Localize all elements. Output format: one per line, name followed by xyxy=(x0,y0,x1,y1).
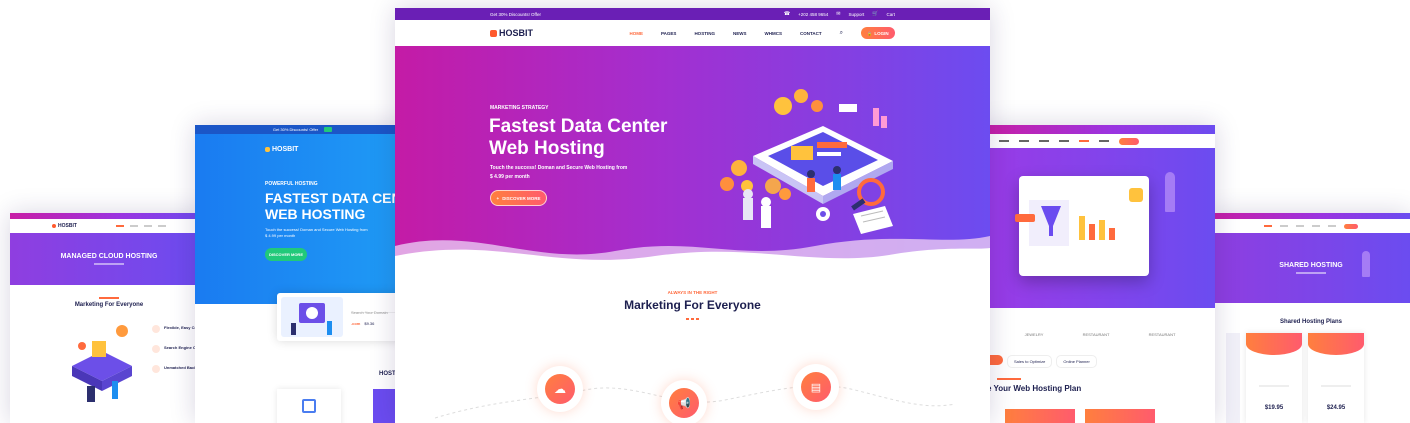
plus-icon: + xyxy=(496,195,500,201)
feature-icon xyxy=(152,345,160,353)
support-link[interactable]: Support xyxy=(848,12,864,17)
blue-section-title: HOST xyxy=(379,371,396,377)
blue-subtitle-line2: $ 4.99 per month xyxy=(265,233,296,238)
feature-icon xyxy=(152,325,160,333)
feature-cloud[interactable]: ☁ xyxy=(537,366,583,412)
left-navbar: HOSBIT xyxy=(10,219,208,233)
cart-link[interactable]: Cart xyxy=(886,12,895,17)
nav-pages[interactable]: PAGES xyxy=(661,31,676,36)
left-hero-title: MANAGED CLOUD HOSTING xyxy=(60,253,158,260)
hero-eyebrow: MARKETING STRATEGY xyxy=(490,105,549,111)
pricing-card-price: $19.95 xyxy=(1264,405,1284,411)
center-logo[interactable]: HOSBIT xyxy=(490,28,533,38)
rocket-icon xyxy=(1362,251,1370,277)
invoice-icon: ▤ xyxy=(801,372,831,402)
server-icon xyxy=(302,399,316,413)
blue-hero: HOSBIT POWERFUL HOSTING FASTEST DATA CEN… xyxy=(195,134,410,304)
feature-megaphone[interactable]: 📢 xyxy=(661,380,707,423)
tab-planner[interactable]: Online Planner xyxy=(1056,355,1097,368)
section-title: Marketing For Everyone xyxy=(624,298,761,312)
section-divider xyxy=(395,318,990,320)
domain-extension: .com xyxy=(351,321,361,326)
far-right-hero-title: SHARED HOSTING xyxy=(1279,262,1343,269)
rocket-icon xyxy=(1165,172,1175,212)
dashboard-mockup xyxy=(1019,176,1149,276)
offer-text: Get 30% Discounts! Offer xyxy=(490,11,541,17)
right-client-logos: JEWELRY RESTAURANT RESTAURANT xyxy=(1024,332,1176,337)
blue-topbar: Get 30% Discounts! Offer xyxy=(195,125,410,134)
logo-icon xyxy=(490,29,497,37)
far-right-frame: SHARED HOSTING Shared Hosting Plans $19.… xyxy=(1212,213,1410,423)
left-breadcrumb xyxy=(94,263,124,265)
phone-text[interactable]: +202 458 9654 xyxy=(798,12,828,17)
left-section-title: Marketing For Everyone xyxy=(74,302,144,308)
hero-title-line2: Web Hosting xyxy=(489,138,605,159)
megaphone-icon: 📢 xyxy=(669,388,699,418)
logo-icon xyxy=(52,224,56,228)
domain-illustration xyxy=(281,297,343,337)
far-right-navbar xyxy=(1212,219,1410,233)
feature-icon xyxy=(152,365,160,373)
right-tabs: Sales to Optimize Online Planner xyxy=(985,355,1215,368)
feature-invoice[interactable]: ▤ xyxy=(793,364,839,410)
blue-frame: Get 30% Discounts! Offer HOSBIT POWERFUL… xyxy=(195,125,410,423)
hero-subtitle-line1: Touch the success! Doman and Secure Web … xyxy=(490,165,628,171)
tab-sales[interactable]: Sales to Optimize xyxy=(1007,355,1053,368)
pricing-card: $19.95 xyxy=(1246,333,1302,423)
cloud-icon: ☁ xyxy=(545,374,575,404)
left-frame: HOSBIT MANAGED CLOUD HOSTING Marketing F… xyxy=(10,213,208,423)
left-logo[interactable]: HOSBIT xyxy=(52,223,77,229)
blue-domain-card: Search Your Domain .com $9.36 xyxy=(277,293,410,341)
far-right-hero: SHARED HOSTING xyxy=(1212,233,1410,303)
logo-icon xyxy=(265,147,270,152)
pricing-card-price: $24.95 xyxy=(1326,405,1346,411)
blue-logo[interactable]: HOSBIT xyxy=(265,146,340,153)
blue-cta-button[interactable]: DISCOVER MORE xyxy=(265,248,307,261)
domain-price: $9.36 xyxy=(364,321,375,326)
right-topbar xyxy=(985,125,1215,134)
center-hero: MARKETING STRATEGY Fastest Data Center W… xyxy=(395,46,990,276)
support-icon: ✉ xyxy=(836,11,841,17)
hero-title-line1: Fastest Data Center xyxy=(489,116,668,137)
left-hero: MANAGED CLOUD HOSTING xyxy=(10,233,208,285)
nav-whmcs[interactable]: WHMCS xyxy=(764,31,782,36)
right-hero xyxy=(985,148,1215,308)
left-logo-text: HOSBIT xyxy=(58,223,77,229)
search-icon[interactable]: ⌕ xyxy=(840,30,843,37)
right-frame: JEWELRY RESTAURANT RESTAURANT Sales to O… xyxy=(985,125,1215,423)
left-nav-dots xyxy=(116,225,166,227)
center-topbar: Get 30% Discounts! Offer ☎ +202 458 9654… xyxy=(395,8,990,20)
nav-contact[interactable]: CONTACT xyxy=(800,31,822,36)
discover-more-button[interactable]: + DISCOVER MORE xyxy=(490,190,547,206)
blue-title-line1: FASTEST DATA CEN xyxy=(265,190,402,206)
hero-wave xyxy=(395,236,990,276)
showcase-stage: HOSBIT MANAGED CLOUD HOSTING Marketing F… xyxy=(0,0,1410,423)
right-navbar xyxy=(985,134,1215,148)
right-section-title: e Your Web Hosting Plan xyxy=(987,384,1082,393)
login-button[interactable]: 🔒 LOGIN xyxy=(861,27,895,39)
phone-icon: ☎ xyxy=(783,11,791,17)
right-login-button[interactable] xyxy=(1119,137,1139,145)
far-right-pricing-row: $19.95 $24.95 xyxy=(1212,333,1410,423)
lock-icon: 🔒 xyxy=(867,30,873,36)
section-eyebrow: ALWAYS IN THE RIGHT xyxy=(667,290,718,295)
center-frame: Get 30% Discounts! Offer ☎ +202 458 9654… xyxy=(395,8,990,423)
nav-home[interactable]: HOME xyxy=(630,31,644,36)
cart-icon: 🛒 xyxy=(872,11,879,17)
hero-subtitle-line2: $ 4.99 per month xyxy=(490,174,530,180)
center-navbar: HOSBIT HOME PAGES HOSTING NEWS WHMCS CON… xyxy=(395,20,990,46)
blue-eyebrow: POWERFUL HOSTING xyxy=(265,181,318,187)
pricing-card: $24.95 xyxy=(1308,333,1364,423)
nav-news[interactable]: NEWS xyxy=(733,31,747,36)
left-illustration xyxy=(62,321,142,406)
far-right-login-button[interactable] xyxy=(1344,223,1358,229)
blue-subtitle-line1: Touch the success! Doman and Secure Web … xyxy=(265,227,368,232)
main-nav: HOME PAGES HOSTING NEWS WHMCS CONTACT ⌕ … xyxy=(630,27,895,39)
nav-hosting[interactable]: HOSTING xyxy=(694,31,715,36)
blue-title-line2: WEB HOSTING xyxy=(265,206,366,222)
far-right-section-title: Shared Hosting Plans xyxy=(1279,319,1342,325)
left-section-eyebrow xyxy=(99,297,119,299)
blue-service-card xyxy=(277,389,341,423)
